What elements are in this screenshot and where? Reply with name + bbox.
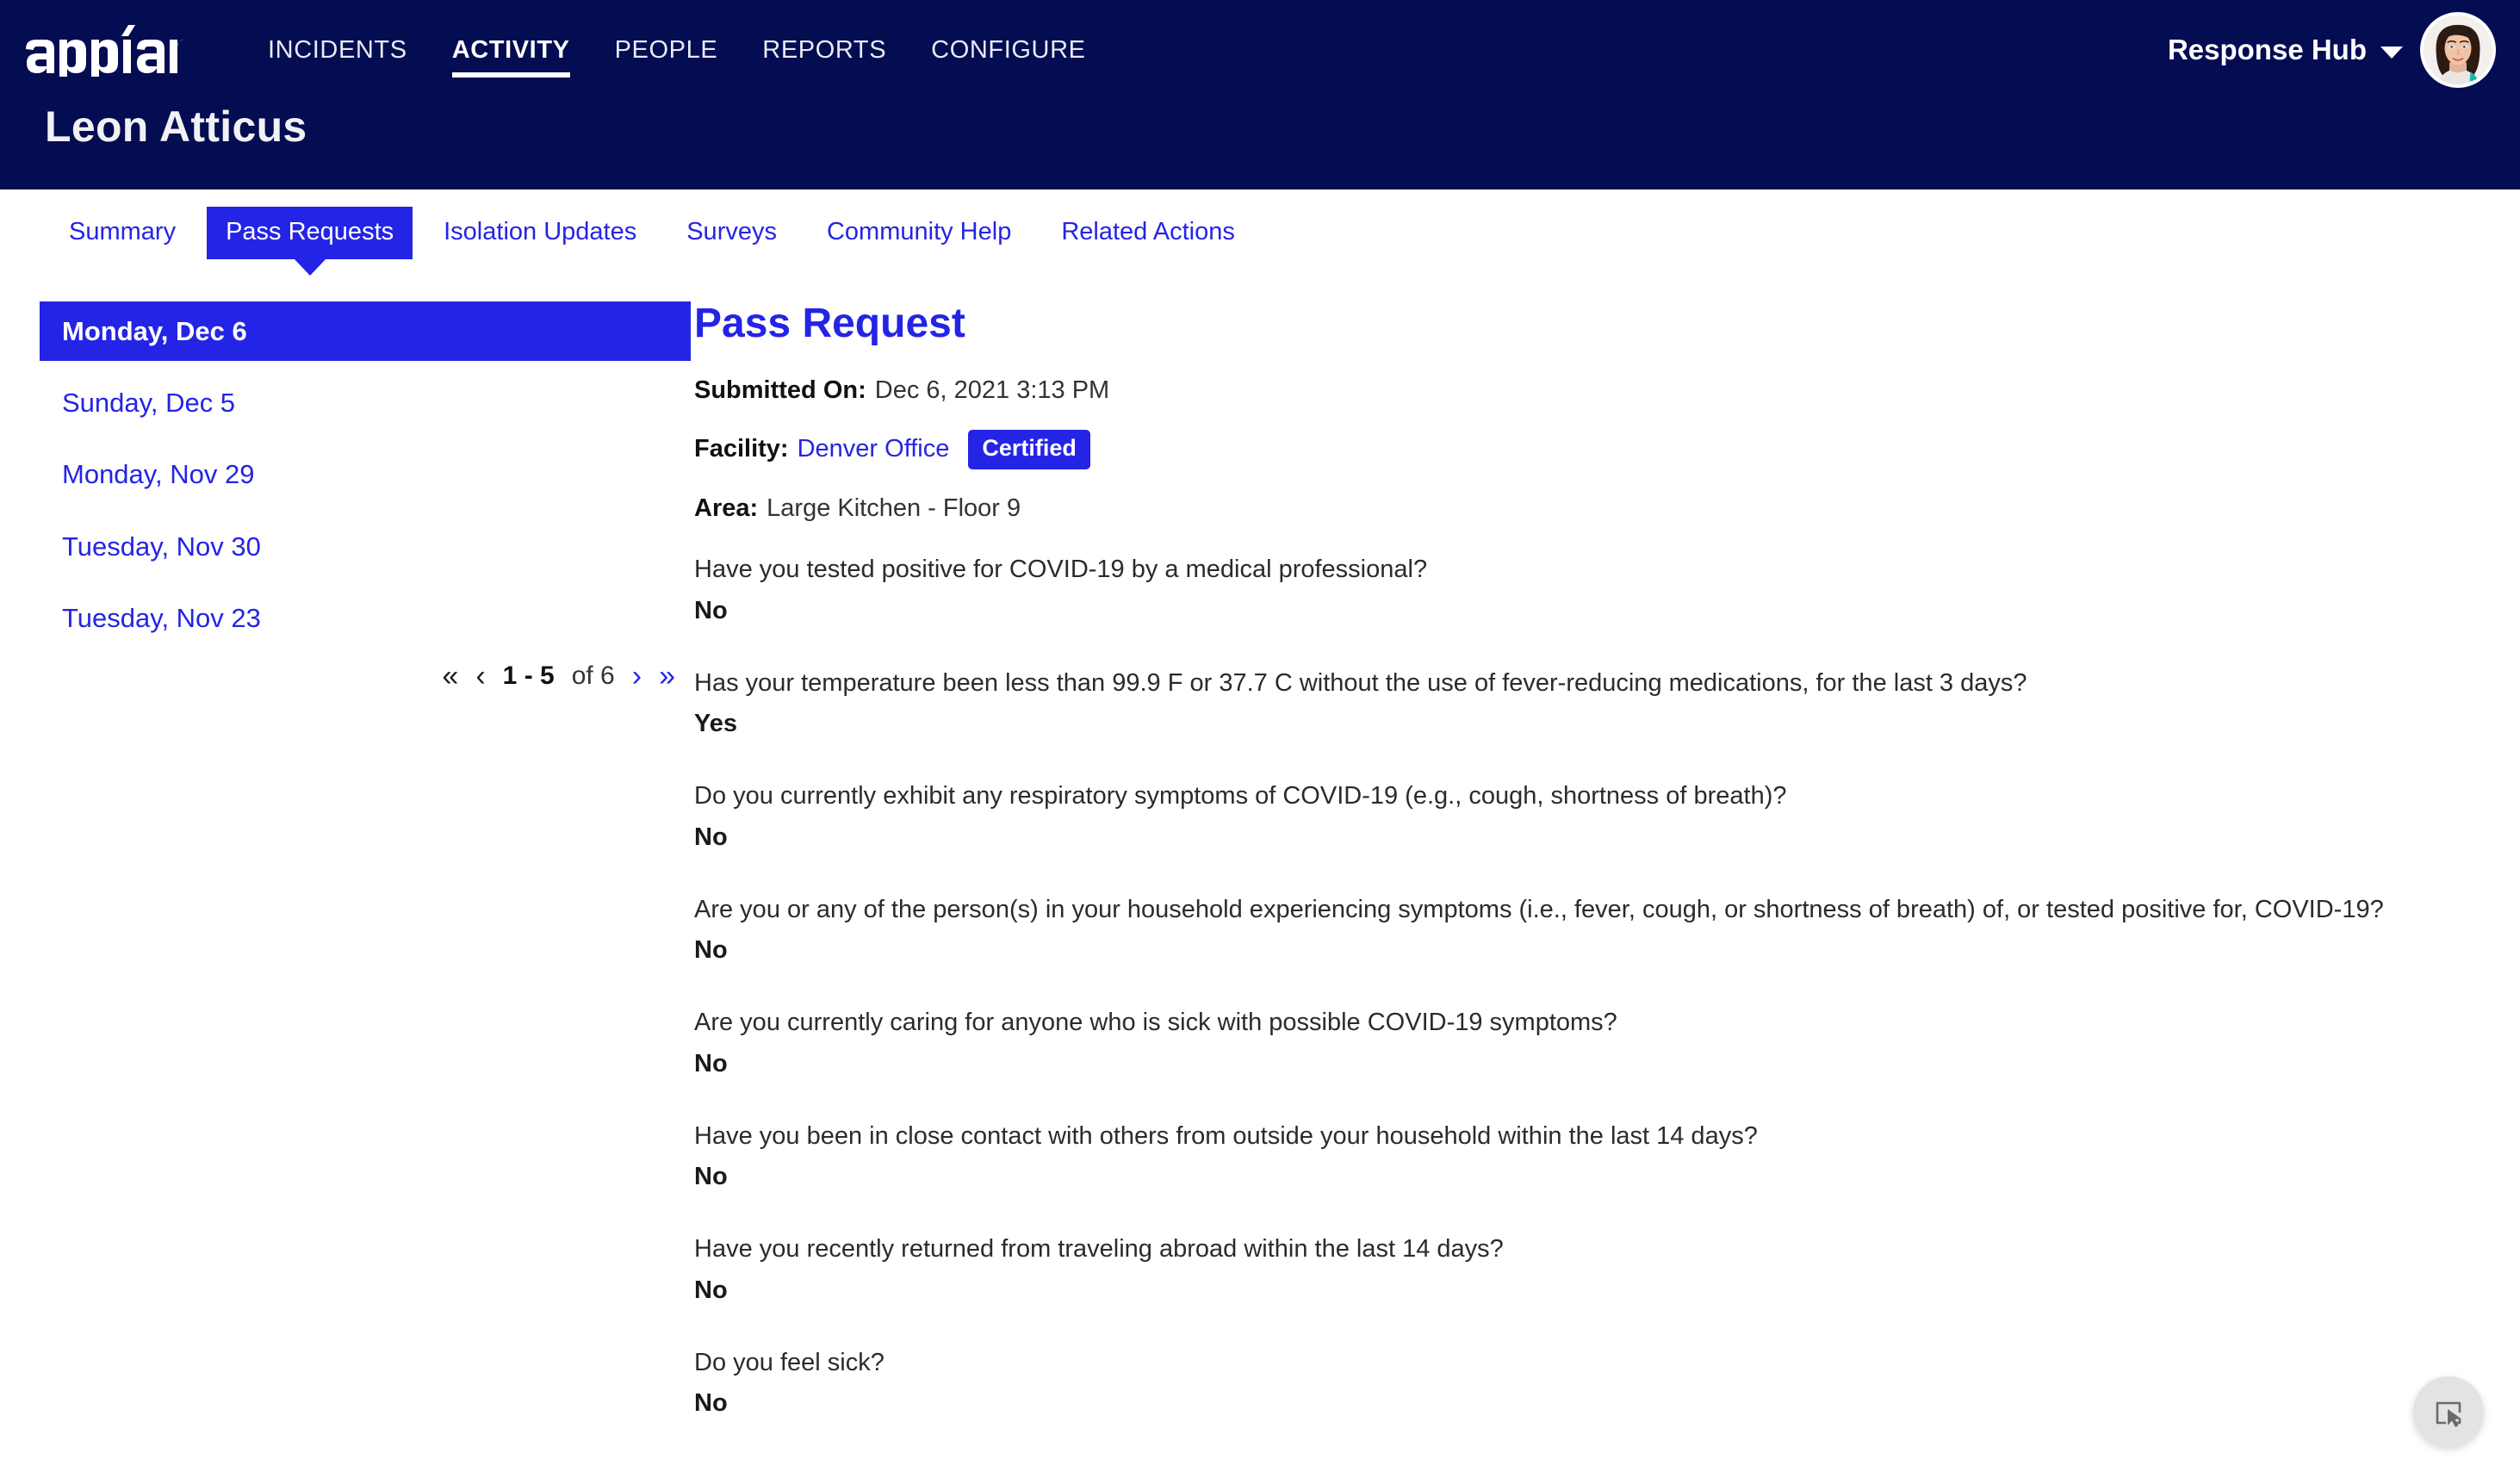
tab-summary[interactable]: Summary: [50, 207, 195, 259]
list-item-date-3-label: Tuesday, Nov 30: [62, 531, 261, 562]
qa-answer-7: No: [694, 1389, 728, 1418]
qa-question-4: Are you currently caring for anyone who …: [694, 1009, 1617, 1037]
list-item-date-0-label: Monday, Dec 6: [62, 316, 247, 346]
qa-answer-5: No: [694, 1163, 728, 1191]
qa-block-2: Do you currently exhibit any respiratory…: [694, 780, 2486, 852]
detail-title: Pass Request: [694, 301, 965, 346]
pagination-total: of 6: [571, 661, 615, 690]
tab-summary-label: Summary: [69, 218, 177, 245]
page-title: Leon Atticus: [45, 102, 307, 151]
last-page-icon[interactable]: »: [659, 661, 675, 691]
nav-item-configure[interactable]: CONFIGURE: [909, 0, 1108, 100]
tab-related-actions[interactable]: Related Actions: [1042, 207, 1254, 259]
qa-block-3: Are you or any of the person(s) in your …: [694, 894, 2486, 966]
screen-capture-button[interactable]: [2413, 1376, 2484, 1447]
area-label: Area:: [694, 494, 759, 522]
hub-name-label: Response Hub: [2167, 34, 2367, 65]
qa-question-0: Have you tested positive for COVID-19 by…: [694, 556, 1428, 584]
avatar[interactable]: [2420, 12, 2496, 88]
screen-cursor-icon: [2436, 1401, 2461, 1427]
tab-pass-requests-label: Pass Requests: [226, 218, 394, 245]
submitted-on-row: Submitted On: Dec 6, 2021 3:13 PM: [694, 375, 2486, 407]
nav-item-incidents[interactable]: INCIDENTS: [245, 0, 430, 100]
pagination-range: 1 - 5: [502, 661, 555, 690]
qa-answer-1: Yes: [694, 710, 737, 738]
qa-block-6: Have you recently returned from travelin…: [694, 1233, 2486, 1305]
qa-block-1: Has your temperature been less than 99.9…: [694, 668, 2486, 739]
tab-community-help[interactable]: Community Help: [808, 207, 1030, 259]
qa-question-6: Have you recently returned from travelin…: [694, 1235, 1504, 1264]
facility-row: Facility: Denver Office Certified: [694, 430, 2486, 469]
top-navigation-row: INCIDENTS ACTIVITY PEOPLE REPORTS CONFIG…: [0, 0, 2520, 100]
list-item-date-1-label: Sunday, Dec 5: [62, 388, 236, 419]
area-row: Area: Large Kitchen - Floor 9: [694, 493, 2486, 525]
qa-question-7: Do you feel sick?: [694, 1348, 884, 1376]
main-nav: INCIDENTS ACTIVITY PEOPLE REPORTS CONFIG…: [245, 0, 1108, 100]
tab-isolation-updates-label: Isolation Updates: [444, 218, 637, 245]
first-page-icon[interactable]: «: [442, 661, 458, 691]
tab-pass-requests[interactable]: Pass Requests: [207, 207, 413, 260]
tab-surveys-label: Surveys: [686, 218, 777, 245]
question-answer-list: Have you tested positive for COVID-19 by…: [694, 554, 2486, 1419]
page-content: Monday, Dec 6 Sunday, Dec 5 Monday, Nov …: [0, 277, 2520, 1460]
list-item-date-4[interactable]: Tuesday, Nov 23: [40, 588, 689, 648]
nav-item-people[interactable]: PEOPLE: [593, 0, 741, 100]
nav-item-reports-label: REPORTS: [762, 35, 887, 64]
status-badge: Certified: [968, 430, 1090, 469]
nav-item-activity[interactable]: ACTIVITY: [430, 0, 593, 100]
list-item-date-2[interactable]: Monday, Nov 29: [40, 444, 689, 504]
qa-block-7: Do you feel sick? No: [694, 1347, 2486, 1419]
qa-question-5: Have you been in close contact with othe…: [694, 1121, 1758, 1150]
nav-item-configure-label: CONFIGURE: [931, 35, 1086, 64]
qa-question-1: Has your temperature been less than 99.9…: [694, 668, 2027, 697]
area-value: Large Kitchen - Floor 9: [767, 494, 1021, 522]
qa-answer-4: No: [694, 1049, 728, 1077]
qa-question-3: Are you or any of the person(s) in your …: [694, 895, 2384, 923]
qa-block-0: Have you tested positive for COVID-19 by…: [694, 554, 2486, 625]
tab-bar: Summary Pass Requests Isolation Updates …: [0, 207, 2520, 277]
next-page-icon[interactable]: ›: [632, 661, 642, 691]
tab-community-help-label: Community Help: [826, 218, 1012, 245]
nav-item-incidents-label: INCIDENTS: [268, 35, 407, 64]
list-item-date-3[interactable]: Tuesday, Nov 30: [40, 517, 689, 576]
appian-logo[interactable]: [24, 23, 183, 77]
tab-isolation-updates[interactable]: Isolation Updates: [425, 207, 655, 259]
pass-request-detail: Pass Request Submitted On: Dec 6, 2021 3…: [689, 301, 2520, 1460]
tab-surveys[interactable]: Surveys: [667, 207, 796, 259]
qa-answer-0: No: [694, 596, 728, 624]
list-item-date-4-label: Tuesday, Nov 23: [62, 602, 261, 633]
list-item-date-0[interactable]: Monday, Dec 6: [40, 301, 691, 362]
tab-related-actions-label: Related Actions: [1061, 218, 1235, 245]
top-navigation-bar: INCIDENTS ACTIVITY PEOPLE REPORTS CONFIG…: [0, 0, 2520, 189]
facility-link[interactable]: Denver Office: [798, 433, 950, 466]
date-list: Monday, Dec 6 Sunday, Dec 5 Monday, Nov …: [40, 301, 691, 648]
list-item-date-2-label: Monday, Nov 29: [62, 459, 255, 490]
list-item-date-1[interactable]: Sunday, Dec 5: [40, 373, 689, 432]
chevron-down-icon: [2380, 46, 2403, 59]
pagination: « ‹ 1 - 5 of 6 › »: [40, 661, 689, 691]
submitted-on-label: Submitted On:: [694, 376, 866, 404]
previous-page-icon[interactable]: ‹: [475, 661, 485, 691]
nav-item-people-label: PEOPLE: [614, 35, 718, 64]
facility-label: Facility:: [694, 435, 789, 463]
pass-request-date-sidebar: Monday, Dec 6 Sunday, Dec 5 Monday, Nov …: [0, 301, 691, 691]
qa-block-4: Are you currently caring for anyone who …: [694, 1007, 2486, 1078]
nav-item-activity-label: ACTIVITY: [451, 35, 570, 64]
qa-answer-3: No: [694, 936, 728, 965]
nav-item-reports[interactable]: REPORTS: [740, 0, 909, 100]
qa-answer-2: No: [694, 823, 728, 851]
qa-block-5: Have you been in close contact with othe…: [694, 1121, 2486, 1192]
user-menu[interactable]: Response Hub: [2168, 0, 2496, 100]
submitted-on-value: Dec 6, 2021 3:13 PM: [874, 376, 1110, 404]
qa-answer-6: No: [694, 1276, 728, 1304]
qa-question-2: Do you currently exhibit any respiratory…: [694, 782, 1787, 810]
